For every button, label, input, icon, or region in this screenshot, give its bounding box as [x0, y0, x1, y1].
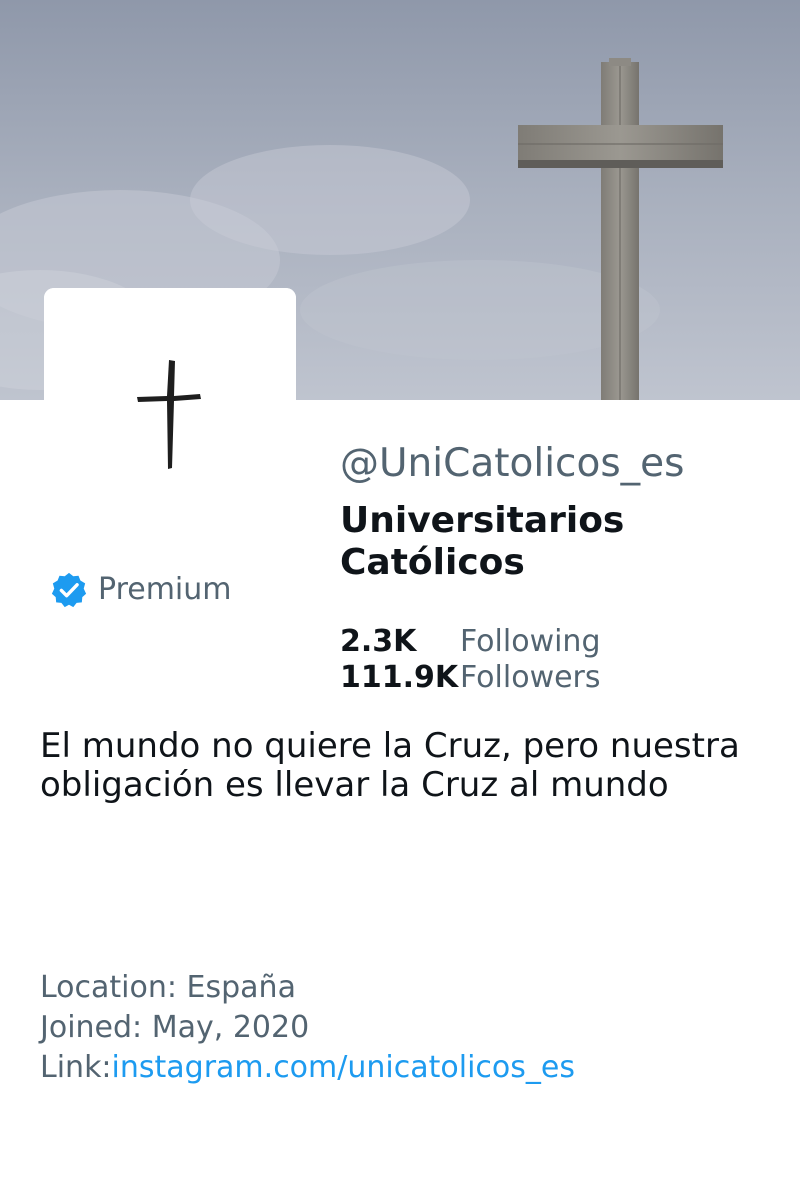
following-stat[interactable]: 2.3K Following — [340, 624, 601, 660]
link-row: Link:instagram.com/unicatolicos_es — [40, 1048, 575, 1088]
profile-handle: @UniCatolicos_es — [340, 441, 685, 486]
joined-label: Joined: — [40, 1010, 143, 1045]
profile-bio: El mundo no quiere la Cruz, pero nuestra… — [40, 726, 740, 805]
profile-avatar[interactable] — [44, 288, 296, 540]
followers-stat[interactable]: 111.9K Followers — [340, 660, 601, 696]
location-value: España — [186, 970, 296, 1005]
followers-label: Followers — [460, 660, 601, 695]
verified-badge-icon — [51, 572, 87, 608]
profile-link[interactable]: instagram.com/unicatolicos_es — [112, 1050, 575, 1085]
following-label: Following — [460, 624, 601, 659]
followers-count: 111.9K — [340, 660, 459, 695]
following-count: 2.3K — [340, 624, 417, 659]
premium-label: Premium — [98, 572, 232, 607]
profile-display-name: Universitarios Católicos — [340, 500, 625, 583]
cross-icon — [44, 288, 296, 540]
joined-value: May, 2020 — [151, 1010, 310, 1045]
joined-row: Joined: May, 2020 — [40, 1008, 575, 1048]
location-label: Location: — [40, 970, 177, 1005]
profile-meta: Location: España Joined: May, 2020 Link:… — [40, 968, 575, 1088]
profile-stats: 2.3K Following 111.9K Followers — [340, 624, 601, 696]
premium-badge: Premium — [50, 570, 232, 610]
location-row: Location: España — [40, 968, 575, 1008]
link-label: Link: — [40, 1050, 112, 1085]
profile-card: Premium @UniCatolicos_es Universitarios … — [0, 0, 800, 1200]
